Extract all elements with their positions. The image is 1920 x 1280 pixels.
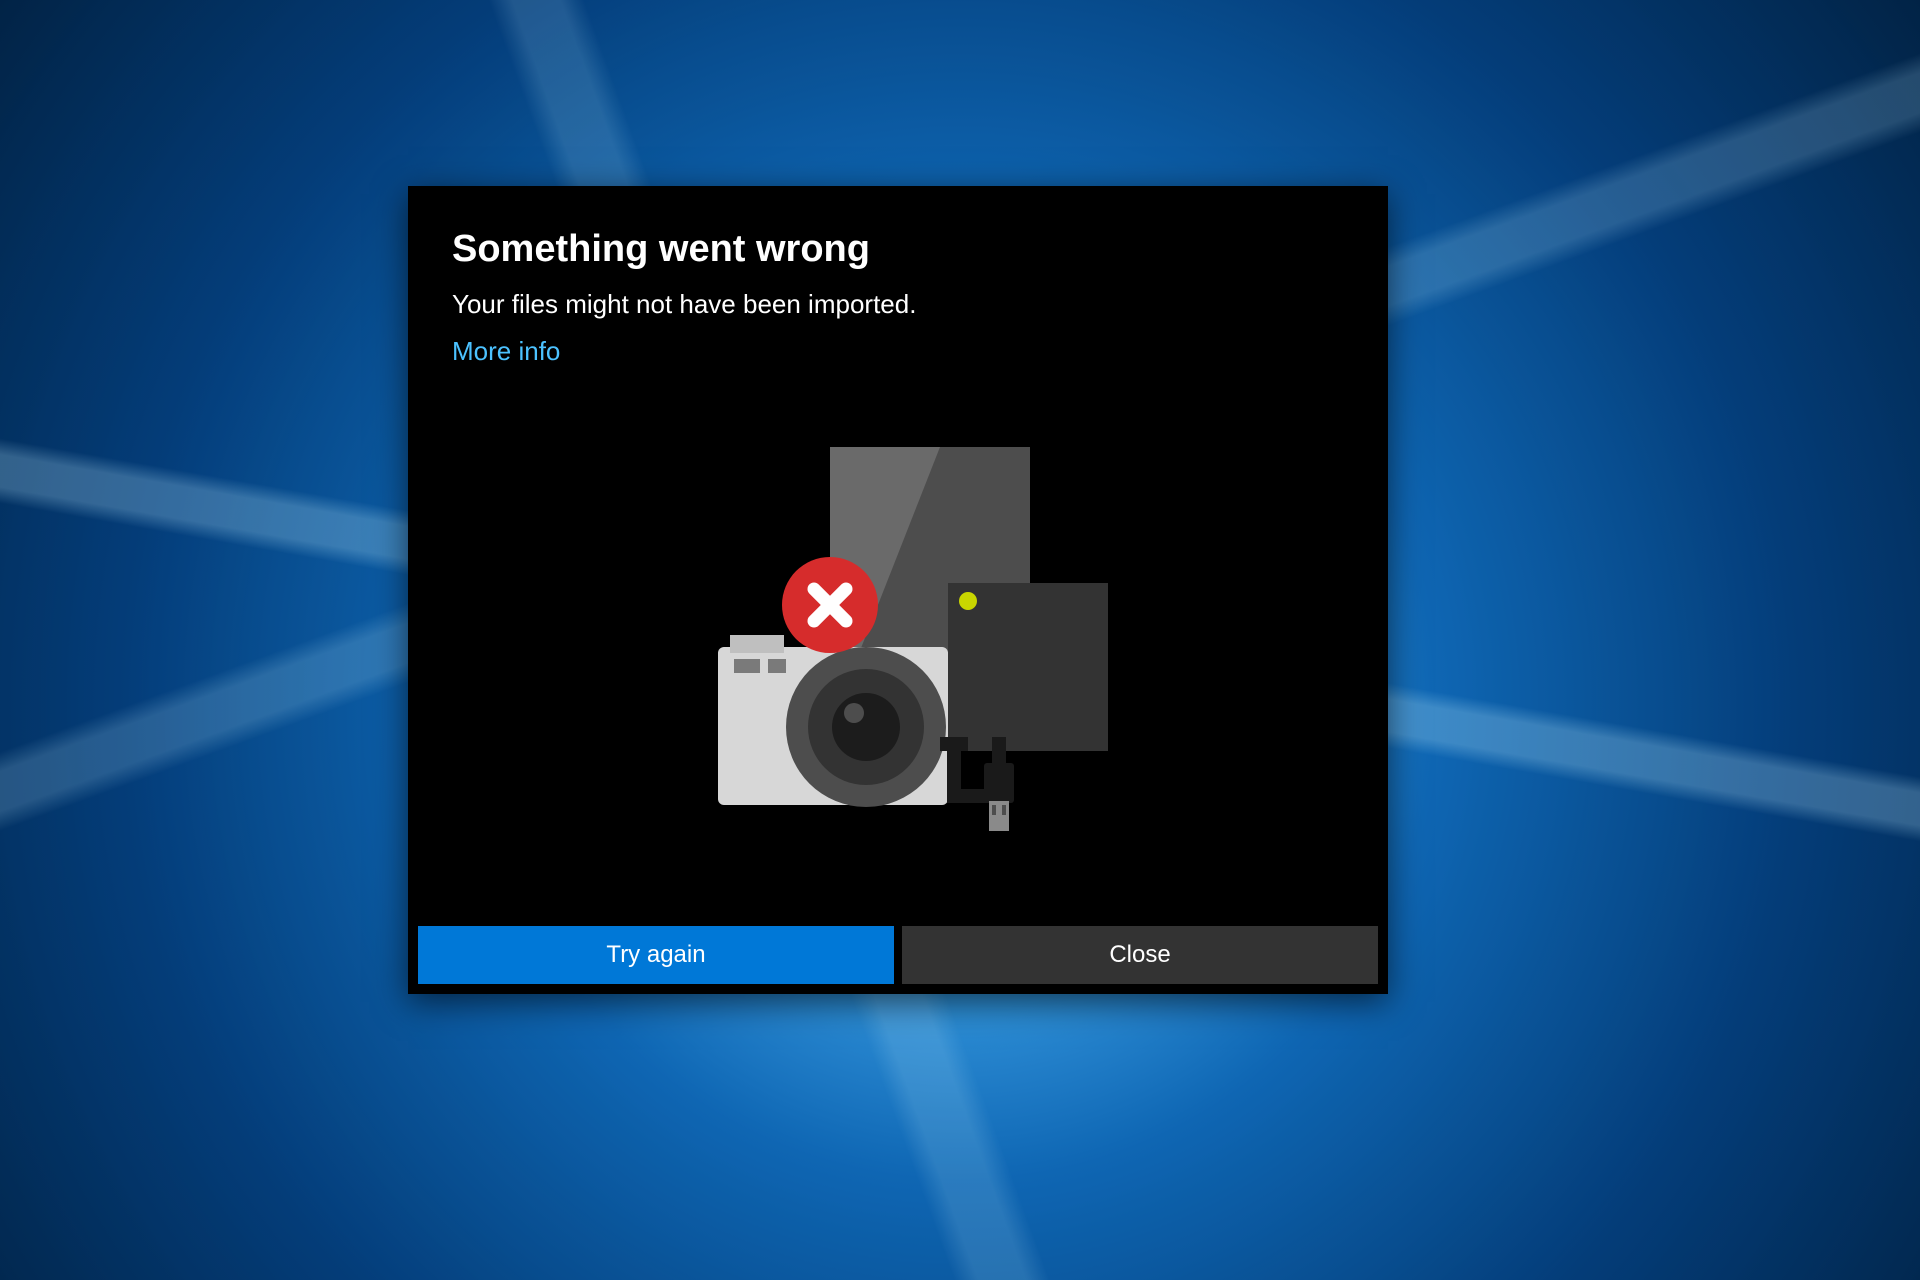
close-button[interactable]: Close [902, 926, 1378, 984]
more-info-link[interactable]: More info [452, 336, 560, 367]
dialog-button-row: Try again Close [408, 926, 1388, 994]
error-dialog: Something went wrong Your files might no… [408, 186, 1388, 994]
dialog-message: Your files might not have been imported. [452, 289, 1344, 320]
usb-cable-icon [940, 737, 1014, 831]
camera-icon [718, 635, 948, 807]
try-again-button[interactable]: Try again [418, 926, 894, 984]
hard-drive-icon [948, 583, 1108, 751]
error-badge-icon [782, 557, 878, 653]
dialog-body: Something went wrong Your files might no… [408, 186, 1388, 926]
device-illustration [452, 377, 1344, 906]
dialog-title: Something went wrong [452, 228, 1344, 271]
